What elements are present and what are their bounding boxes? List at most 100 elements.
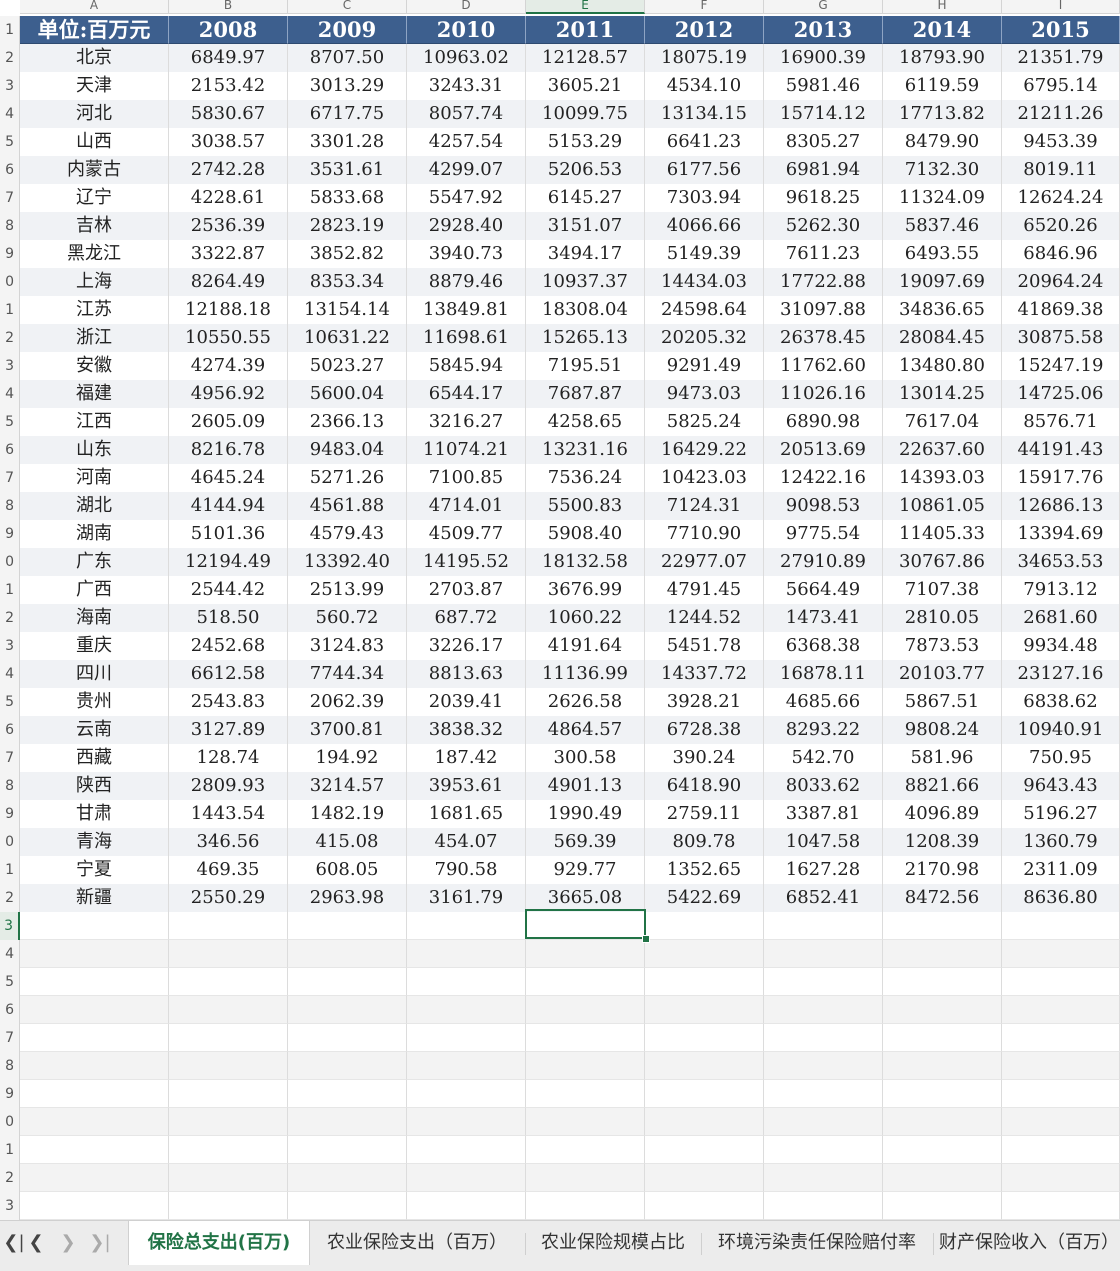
- table-cell[interactable]: 安徽: [20, 352, 169, 380]
- table-cell[interactable]: 广东: [20, 548, 169, 576]
- table-cell[interactable]: 569.39: [526, 828, 645, 856]
- header-cell[interactable]: 2011: [526, 16, 645, 44]
- table-cell[interactable]: [288, 1052, 407, 1080]
- table-cell[interactable]: 7913.12: [1002, 576, 1120, 604]
- table-cell[interactable]: 16900.39: [764, 44, 883, 72]
- row-header[interactable]: 5: [0, 408, 20, 436]
- table-cell[interactable]: 2823.19: [288, 212, 407, 240]
- table-cell[interactable]: 11074.21: [407, 436, 526, 464]
- table-cell[interactable]: 4299.07: [407, 156, 526, 184]
- column-header-G[interactable]: G: [764, 0, 883, 14]
- table-cell[interactable]: 11324.09: [883, 184, 1002, 212]
- table-cell[interactable]: [288, 1164, 407, 1192]
- row-header[interactable]: 3: [0, 632, 20, 660]
- table-cell[interactable]: [407, 1192, 526, 1220]
- table-cell[interactable]: [20, 1164, 169, 1192]
- table-cell[interactable]: [526, 1164, 645, 1192]
- table-cell[interactable]: 5196.27: [1002, 800, 1120, 828]
- table-cell[interactable]: 22977.07: [645, 548, 764, 576]
- table-cell[interactable]: 7873.53: [883, 632, 1002, 660]
- table-cell[interactable]: [764, 996, 883, 1024]
- sheet-tab-4[interactable]: 环境污染责任保险赔付率: [702, 1221, 932, 1265]
- row-header[interactable]: 2: [0, 44, 20, 72]
- column-header-F[interactable]: F: [645, 0, 764, 14]
- row-header[interactable]: 8: [0, 212, 20, 240]
- header-cell[interactable]: 2009: [288, 16, 407, 44]
- table-cell[interactable]: 8576.71: [1002, 408, 1120, 436]
- table-cell[interactable]: 15714.12: [764, 100, 883, 128]
- table-cell[interactable]: 11698.61: [407, 324, 526, 352]
- table-cell[interactable]: 4228.61: [169, 184, 288, 212]
- table-cell[interactable]: 21351.79: [1002, 44, 1120, 72]
- table-cell[interactable]: 江西: [20, 408, 169, 436]
- sheet-tab-5[interactable]: 财产保险收入（百万）: [934, 1221, 1120, 1265]
- table-cell[interactable]: 2544.42: [169, 576, 288, 604]
- table-cell[interactable]: [645, 1080, 764, 1108]
- header-cell[interactable]: 2012: [645, 16, 764, 44]
- table-cell[interactable]: 7617.04: [883, 408, 1002, 436]
- table-cell[interactable]: 3038.57: [169, 128, 288, 156]
- table-cell[interactable]: 8033.62: [764, 772, 883, 800]
- row-header[interactable]: 0: [0, 268, 20, 296]
- table-cell[interactable]: 14393.03: [883, 464, 1002, 492]
- table-cell[interactable]: 1482.19: [288, 800, 407, 828]
- table-cell[interactable]: [169, 1164, 288, 1192]
- column-header-B[interactable]: B: [169, 0, 288, 14]
- table-cell[interactable]: [526, 1108, 645, 1136]
- table-cell[interactable]: [764, 1024, 883, 1052]
- table-cell[interactable]: 1443.54: [169, 800, 288, 828]
- table-cell[interactable]: 甘肃: [20, 800, 169, 828]
- table-cell[interactable]: 4561.88: [288, 492, 407, 520]
- prev-sheet-icon[interactable]: ❮: [22, 1221, 50, 1265]
- sheet-tab-2[interactable]: 农业保险支出（百万）: [310, 1221, 524, 1265]
- table-cell[interactable]: 云南: [20, 716, 169, 744]
- table-cell[interactable]: 4685.66: [764, 688, 883, 716]
- table-cell[interactable]: [645, 1108, 764, 1136]
- table-cell[interactable]: [645, 912, 764, 940]
- table-cell[interactable]: 5837.46: [883, 212, 1002, 240]
- table-cell[interactable]: 10631.22: [288, 324, 407, 352]
- table-cell[interactable]: 3243.31: [407, 72, 526, 100]
- table-cell[interactable]: 2170.98: [883, 856, 1002, 884]
- column-header-A[interactable]: A: [20, 0, 169, 14]
- table-cell[interactable]: [20, 1136, 169, 1164]
- table-cell[interactable]: [883, 1192, 1002, 1220]
- header-cell[interactable]: 2015: [1002, 16, 1120, 44]
- table-cell[interactable]: 3151.07: [526, 212, 645, 240]
- column-header-E[interactable]: E: [526, 0, 645, 14]
- table-cell[interactable]: 4144.94: [169, 492, 288, 520]
- table-cell[interactable]: 13231.16: [526, 436, 645, 464]
- table-cell[interactable]: 415.08: [288, 828, 407, 856]
- table-cell[interactable]: 3494.17: [526, 240, 645, 268]
- table-cell[interactable]: [883, 1052, 1002, 1080]
- table-cell[interactable]: 5867.51: [883, 688, 1002, 716]
- table-cell[interactable]: [169, 1108, 288, 1136]
- table-cell[interactable]: 内蒙古: [20, 156, 169, 184]
- table-cell[interactable]: 3940.73: [407, 240, 526, 268]
- table-cell[interactable]: 14434.03: [645, 268, 764, 296]
- table-cell[interactable]: [169, 1192, 288, 1220]
- table-cell[interactable]: 6890.98: [764, 408, 883, 436]
- table-cell[interactable]: 12422.16: [764, 464, 883, 492]
- table-cell[interactable]: 2626.58: [526, 688, 645, 716]
- table-cell[interactable]: [407, 1164, 526, 1192]
- table-cell[interactable]: 2963.98: [288, 884, 407, 912]
- row-header[interactable]: 7: [0, 1024, 20, 1052]
- table-cell[interactable]: 3700.81: [288, 716, 407, 744]
- table-cell[interactable]: 海南: [20, 604, 169, 632]
- column-header-C[interactable]: C: [288, 0, 407, 14]
- table-cell[interactable]: 1681.65: [407, 800, 526, 828]
- table-cell[interactable]: 12624.24: [1002, 184, 1120, 212]
- table-cell[interactable]: [526, 940, 645, 968]
- table-cell[interactable]: 4864.57: [526, 716, 645, 744]
- table-cell[interactable]: [288, 1192, 407, 1220]
- table-cell[interactable]: 2810.05: [883, 604, 1002, 632]
- table-cell[interactable]: 34653.53: [1002, 548, 1120, 576]
- column-header-D[interactable]: D: [407, 0, 526, 14]
- table-cell[interactable]: [407, 940, 526, 968]
- table-cell[interactable]: 5845.94: [407, 352, 526, 380]
- table-cell[interactable]: 687.72: [407, 604, 526, 632]
- table-cell[interactable]: 10423.03: [645, 464, 764, 492]
- table-cell[interactable]: 1473.41: [764, 604, 883, 632]
- header-cell[interactable]: 2008: [169, 16, 288, 44]
